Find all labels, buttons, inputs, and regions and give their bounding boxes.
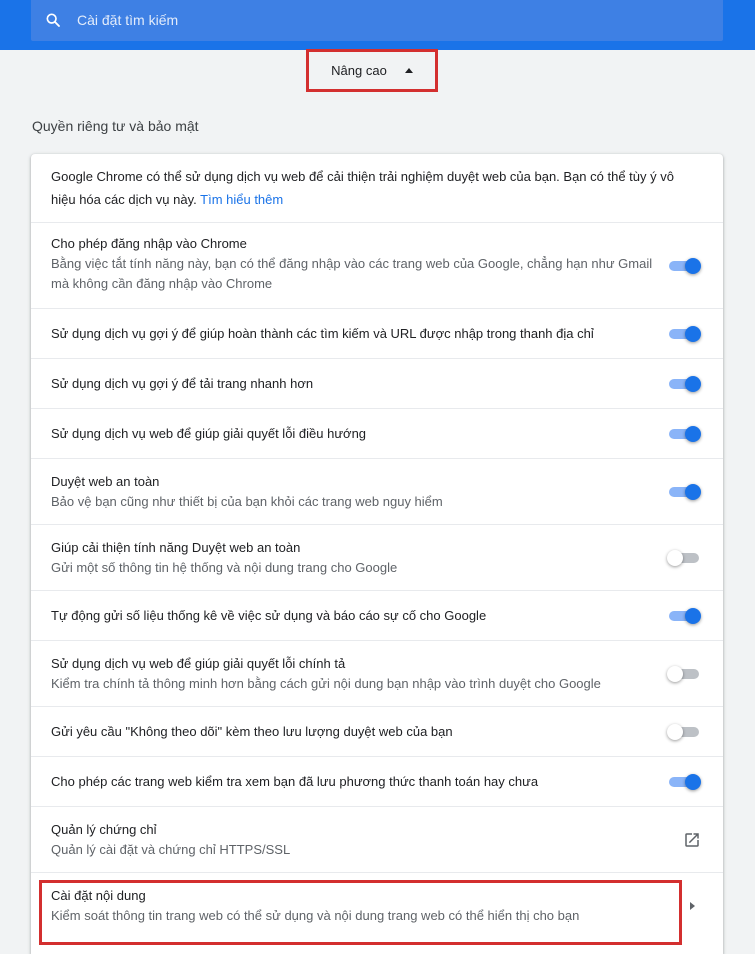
setting-label: Cho phép đăng nhập vào Chrome (51, 236, 247, 251)
content-settings-description: Kiểm soát thông tin trang web có thể sử … (51, 908, 580, 923)
arrow-right-icon (690, 902, 695, 910)
toggle-switch[interactable] (667, 376, 701, 392)
toggle-switch[interactable] (667, 326, 701, 342)
advanced-label: Nâng cao (331, 63, 387, 78)
intro-text: Google Chrome có thể sử dụng dịch vụ web… (51, 169, 674, 207)
setting-row-prediction[interactable]: Sử dụng dịch vụ gợi ý để tải trang nhanh… (31, 358, 723, 408)
toggle-switch[interactable] (667, 724, 701, 740)
certificates-description: Quản lý cài đặt và chứng chỉ HTTPS/SSL (51, 842, 291, 857)
setting-row-spelling[interactable]: Sử dụng dịch vụ web để giúp giải quyết l… (31, 640, 723, 706)
content-settings-label: Cài đặt nội dung (51, 888, 146, 903)
privacy-settings-card: Google Chrome có thể sử dụng dịch vụ web… (31, 154, 723, 954)
search-input[interactable] (77, 8, 677, 32)
setting-description: Gửi một số thông tin hệ thống và nội dun… (51, 560, 398, 575)
toggle-switch[interactable] (667, 774, 701, 790)
toggle-switch[interactable] (667, 258, 701, 274)
learn-more-link[interactable]: Tìm hiểu thêm (200, 192, 283, 207)
setting-label: Sử dụng dịch vụ gợi ý để giúp hoàn thành… (51, 326, 594, 341)
toggle-switch[interactable] (667, 484, 701, 500)
top-toolbar (0, 0, 755, 50)
toggle-switch[interactable] (667, 550, 701, 566)
setting-label: Sử dụng dịch vụ gợi ý để tải trang nhanh… (51, 376, 314, 391)
advanced-toggle-button[interactable]: Nâng cao (306, 49, 438, 92)
toggle-switch[interactable] (667, 608, 701, 624)
setting-row-do-not-track[interactable]: Gửi yêu cầu "Không theo dõi" kèm theo lư… (31, 706, 723, 756)
setting-row-usage-stats[interactable]: Tự động gửi số liệu thống kê về việc sử … (31, 590, 723, 640)
setting-label: Duyệt web an toàn (51, 474, 160, 489)
certificates-label: Quản lý chứng chỉ (51, 822, 157, 837)
setting-row-safe-browsing[interactable]: Duyệt web an toàn Bảo vệ bạn cũng như th… (31, 458, 723, 524)
toggle-switch[interactable] (667, 426, 701, 442)
open-in-new-icon[interactable] (683, 831, 701, 849)
section-title: Quyền riêng tư và bảo mật (32, 118, 199, 134)
setting-label: Giúp cải thiện tính năng Duyệt web an to… (51, 540, 301, 555)
setting-row-navigation-errors[interactable]: Sử dụng dịch vụ web để giúp giải quyết l… (31, 408, 723, 458)
setting-row-sign-in[interactable]: Cho phép đăng nhập vào Chrome Bằng việc … (31, 222, 723, 308)
setting-description: Bảo vệ bạn cũng như thiết bị của bạn khỏ… (51, 494, 443, 509)
setting-label: Gửi yêu cầu "Không theo dõi" kèm theo lư… (51, 724, 453, 739)
setting-label: Cho phép các trang web kiểm tra xem bạn … (51, 774, 539, 789)
intro-row: Google Chrome có thể sử dụng dịch vụ web… (31, 154, 723, 222)
setting-label: Sử dụng dịch vụ web để giúp giải quyết l… (51, 426, 367, 441)
setting-description: Kiểm tra chính tả thông minh hơn bằng cá… (51, 676, 601, 691)
search-icon (46, 13, 60, 27)
content-settings-row[interactable]: Cài đặt nội dung Kiểm soát thông tin tra… (31, 872, 723, 954)
setting-description: Bằng việc tắt tính năng này, bạn có thể … (51, 256, 653, 291)
search-box[interactable] (31, 0, 723, 41)
setting-label: Tự động gửi số liệu thống kê về việc sử … (51, 608, 487, 623)
caret-up-icon (404, 68, 413, 73)
toggle-switch[interactable] (667, 666, 701, 682)
setting-row-improve-safe-browsing[interactable]: Giúp cải thiện tính năng Duyệt web an to… (31, 524, 723, 590)
setting-row-search-suggestions[interactable]: Sử dụng dịch vụ gợi ý để giúp hoàn thành… (31, 308, 723, 358)
setting-label: Sử dụng dịch vụ web để giúp giải quyết l… (51, 656, 346, 671)
setting-row-payment-methods[interactable]: Cho phép các trang web kiểm tra xem bạn … (31, 756, 723, 806)
certificates-row[interactable]: Quản lý chứng chỉ Quản lý cài đặt và chứ… (31, 806, 723, 872)
